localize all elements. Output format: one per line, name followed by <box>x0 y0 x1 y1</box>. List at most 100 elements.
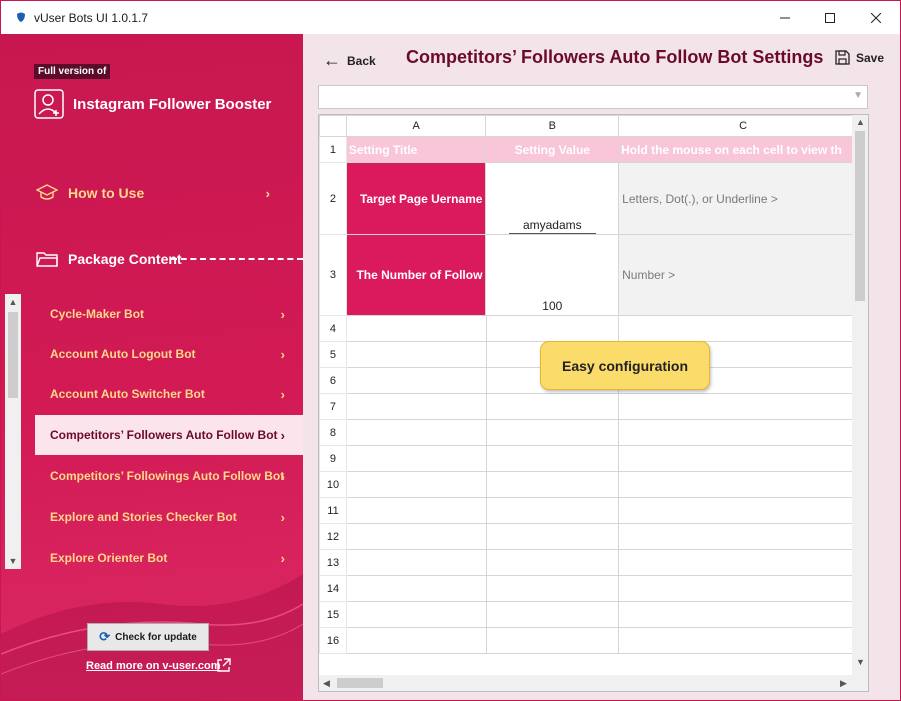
row-header[interactable]: 6 <box>319 367 347 394</box>
grid-cell[interactable] <box>618 627 868 654</box>
grid-cell[interactable] <box>618 315 868 342</box>
grid-cell[interactable] <box>485 575 620 602</box>
grid-cell[interactable] <box>618 549 868 576</box>
graduation-cap-icon <box>36 184 58 200</box>
row-header[interactable]: 16 <box>319 627 347 654</box>
how-to-use-link[interactable]: How to Use › <box>36 184 288 202</box>
grid-cell[interactable] <box>345 393 487 420</box>
column-header-c[interactable]: C <box>618 115 868 137</box>
chevron-down-icon: ▼ <box>853 90 863 101</box>
grid-cell[interactable] <box>345 341 487 368</box>
grid-cell[interactable] <box>618 497 868 524</box>
chevron-right-icon: › <box>280 306 285 322</box>
row-header[interactable]: 8 <box>319 419 347 446</box>
scroll-thumb[interactable] <box>855 131 865 301</box>
grid-cell[interactable] <box>345 419 487 446</box>
grid-cell[interactable] <box>345 445 487 472</box>
grid-cell[interactable] <box>485 315 620 342</box>
minimize-button[interactable] <box>762 1 808 34</box>
check-update-button[interactable]: ⟳ Check for update <box>87 623 209 651</box>
package-item-cycle-maker[interactable]: Cycle-Maker Bot › <box>35 294 303 334</box>
package-item-explore-orienter[interactable]: Explore Orienter Bot › <box>35 538 303 578</box>
row-header[interactable]: 2 <box>319 162 347 235</box>
setting-title-cell: The Number of Follow <box>345 234 487 316</box>
grid-horizontal-scrollbar[interactable]: ◀ ▶ <box>319 675 868 691</box>
grid-cell[interactable] <box>618 601 868 628</box>
scroll-down-icon[interactable]: ▼ <box>856 657 865 667</box>
row-header[interactable]: 13 <box>319 549 347 576</box>
grid-cell[interactable] <box>345 315 487 342</box>
grid-cell[interactable] <box>345 471 487 498</box>
grid-cell[interactable] <box>345 367 487 394</box>
back-button[interactable]: ← Back <box>323 50 376 71</box>
scroll-left-icon[interactable]: ◀ <box>323 678 330 689</box>
row-header[interactable]: 4 <box>319 315 347 342</box>
how-to-use-label: How to Use <box>68 185 145 201</box>
table-row: 4 <box>319 315 868 342</box>
row-header[interactable]: 7 <box>319 393 347 420</box>
package-item-competitors-followings[interactable]: Competitors’ Followings Auto Follow Bot … <box>35 456 303 496</box>
back-label: Back <box>347 53 376 68</box>
maximize-button[interactable] <box>807 1 853 34</box>
follow-count-field[interactable]: 100 <box>485 234 620 316</box>
grid-cell[interactable] <box>618 393 868 420</box>
full-version-badge: Full version of <box>34 64 111 79</box>
grid-cell[interactable] <box>618 445 868 472</box>
row-header[interactable]: 1 <box>319 136 347 163</box>
row-header[interactable]: 14 <box>319 575 347 602</box>
column-header-a[interactable]: A <box>345 115 487 137</box>
row-header[interactable]: 12 <box>319 523 347 550</box>
table-row: 16 <box>319 627 868 654</box>
header-setting-value: Setting Value <box>485 136 620 163</box>
column-header-b[interactable]: B <box>485 115 620 137</box>
app-name: Instagram Follower Booster <box>73 96 272 113</box>
row-header[interactable]: 15 <box>319 601 347 628</box>
grid-cell[interactable] <box>345 627 487 654</box>
read-more-link[interactable]: Read more on v-user.com <box>86 660 221 672</box>
grid-cell[interactable] <box>485 471 620 498</box>
grid-cell[interactable] <box>345 523 487 550</box>
grid-cell[interactable] <box>618 471 868 498</box>
chevron-right-icon: › <box>265 185 270 201</box>
grid-cell[interactable] <box>485 601 620 628</box>
grid-cell[interactable] <box>618 575 868 602</box>
package-item-explore-stories[interactable]: Explore and Stories Checker Bot › <box>35 497 303 537</box>
chevron-right-icon: › <box>280 427 285 443</box>
grid-cell[interactable] <box>345 497 487 524</box>
row-header[interactable]: 3 <box>319 234 347 316</box>
grid-cell[interactable] <box>485 419 620 446</box>
settings-dropdown[interactable]: ▼ <box>318 85 868 109</box>
setting-hint-cell: Letters, Dot(.), or Underline > <box>618 162 868 235</box>
scroll-up-icon[interactable]: ▲ <box>856 117 865 127</box>
grid-cell[interactable] <box>485 497 620 524</box>
close-icon <box>871 12 881 23</box>
grid-cell[interactable] <box>345 575 487 602</box>
check-update-label: Check for update <box>115 631 197 643</box>
row-header[interactable]: 5 <box>319 341 347 368</box>
grid-cell[interactable] <box>485 393 620 420</box>
save-icon <box>835 50 850 65</box>
grid-cell[interactable] <box>345 601 487 628</box>
external-link-icon[interactable] <box>216 658 231 673</box>
grid-vertical-scrollbar[interactable]: ▲ ▼ <box>852 115 868 675</box>
row-header[interactable]: 9 <box>319 445 347 472</box>
scroll-thumb[interactable] <box>337 678 383 688</box>
grid-cell[interactable] <box>618 523 868 550</box>
grid-cell[interactable] <box>485 445 620 472</box>
target-page-username-field[interactable]: amyadams <box>485 162 620 235</box>
close-button[interactable] <box>853 1 899 34</box>
grid-cell[interactable] <box>485 549 620 576</box>
save-button[interactable]: Save <box>835 50 884 65</box>
chevron-right-icon: › <box>280 346 285 362</box>
package-list: Cycle-Maker Bot › Account Auto Logout Bo… <box>1 294 303 569</box>
grid-cell[interactable] <box>485 523 620 550</box>
scroll-right-icon[interactable]: ▶ <box>840 678 847 689</box>
row-header[interactable]: 11 <box>319 497 347 524</box>
grid-cell[interactable] <box>345 549 487 576</box>
package-item-auto-logout[interactable]: Account Auto Logout Bot › <box>35 334 303 374</box>
package-item-competitors-followers[interactable]: Competitors’ Followers Auto Follow Bot › <box>35 415 303 455</box>
grid-cell[interactable] <box>618 419 868 446</box>
grid-cell[interactable] <box>485 627 620 654</box>
package-item-auto-switcher[interactable]: Account Auto Switcher Bot › <box>35 374 303 414</box>
row-header[interactable]: 10 <box>319 471 347 498</box>
